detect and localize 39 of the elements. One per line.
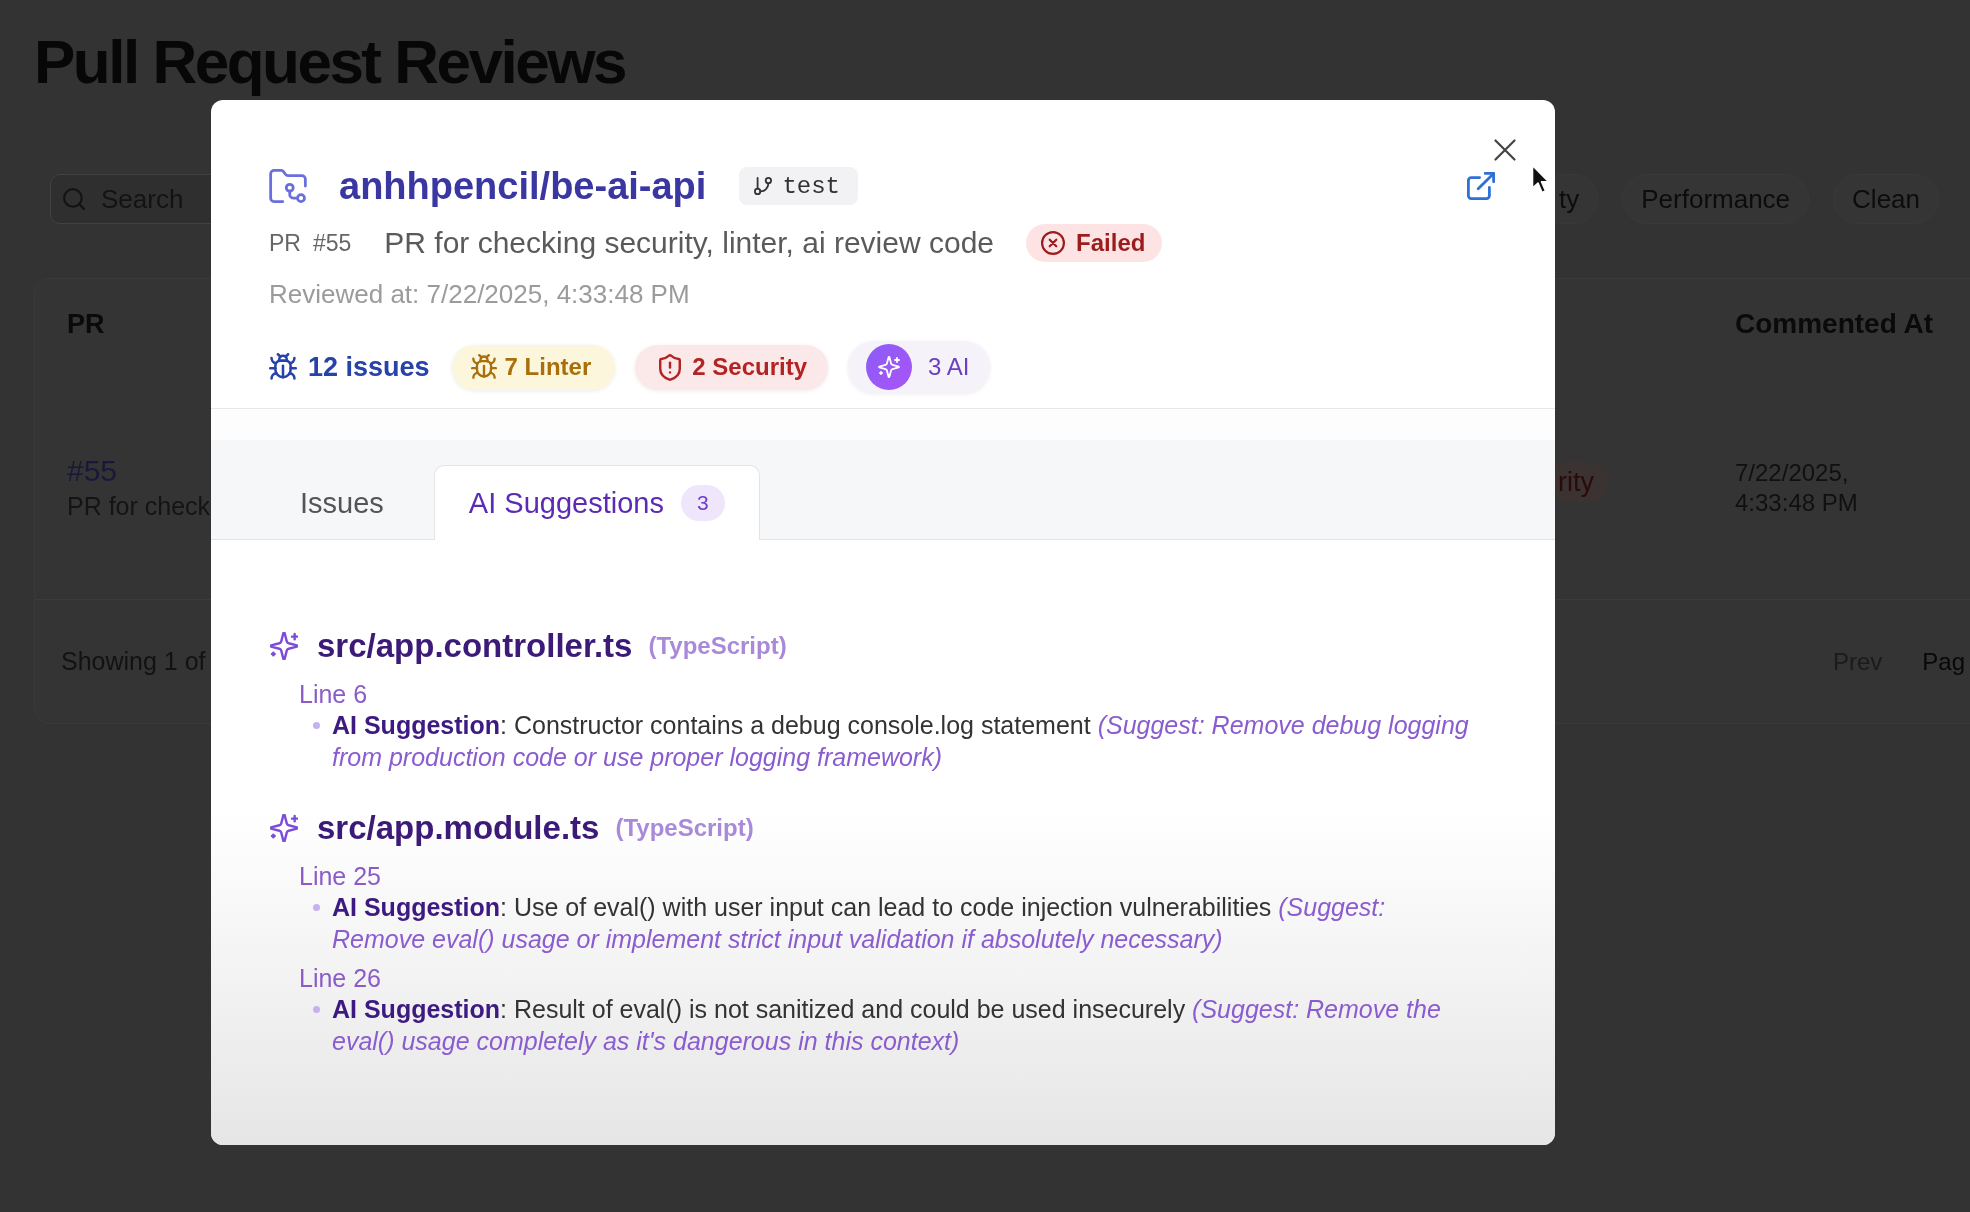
line-number-label: Line 6 <box>299 679 369 709</box>
bullet-icon <box>313 1006 320 1013</box>
branch-name: test <box>782 172 840 200</box>
line-number-label: Line 25 <box>299 861 383 891</box>
ai-count-label: 3 AI <box>928 353 970 381</box>
close-icon[interactable] <box>1494 139 1516 161</box>
repo-title[interactable]: anhhpencil/be-ai-api <box>339 167 707 205</box>
line-number-label: Line 26 <box>299 963 383 993</box>
bullet-icon <box>313 722 320 729</box>
reviewed-timestamp: Reviewed at: 7/22/2025, 4:33:48 PM <box>269 280 691 308</box>
suggestion-text: AI Suggestion: Result of eval() is not sanitized and could be used insecurely (Suggest: Remove the eval() usage completely as it's dangerous in this context) <box>332 994 1442 1057</box>
bullet-icon <box>313 904 320 911</box>
suggestion-text: AI Suggestion: Use of eval() with user input can lead to code injection vulnerabilities (Suggest: Remove eval() usage or implement strict input validation if absolutely necessary) <box>332 892 1387 955</box>
bug-icon <box>269 353 297 381</box>
search-icon <box>63 188 85 210</box>
file-path: src/app.module.ts <box>317 809 600 847</box>
pr-number: #55 <box>312 229 352 257</box>
tab[interactable]: Issues <box>265 465 419 540</box>
sparkle-icon <box>270 632 298 660</box>
suggestion-text: AI Suggestion: Constructor contains a debug console.log statement (Suggest: Remove debug logging from production code or use proper logging framework) <box>332 710 1470 773</box>
shield-alert-icon <box>659 353 682 381</box>
count-badge: 3 <box>680 485 725 521</box>
status-label: Failed <box>1076 229 1146 257</box>
x-circle-icon <box>1041 231 1066 255</box>
security-count-label: 2 Security <box>692 353 807 381</box>
pr-description: PR for checking security, linter, ai review code <box>384 226 995 260</box>
linter-count-label: 7 Linter <box>504 353 592 381</box>
file-language: (TypeScript) <box>615 814 754 842</box>
file-language: (TypeScript) <box>648 632 787 660</box>
sparkle-icon <box>866 344 912 390</box>
branch-icon <box>754 177 773 195</box>
file-path: src/app.controller.ts <box>317 627 633 665</box>
folder-branch-icon <box>269 169 307 203</box>
sparkle-icon <box>270 814 298 842</box>
bug-icon <box>470 354 497 380</box>
tab[interactable]: AI Suggestions 3 <box>433 465 760 540</box>
issue-count: 12 issues <box>308 351 430 383</box>
pr-label: PR <box>269 229 301 257</box>
external-link-icon[interactable] <box>1467 172 1495 200</box>
